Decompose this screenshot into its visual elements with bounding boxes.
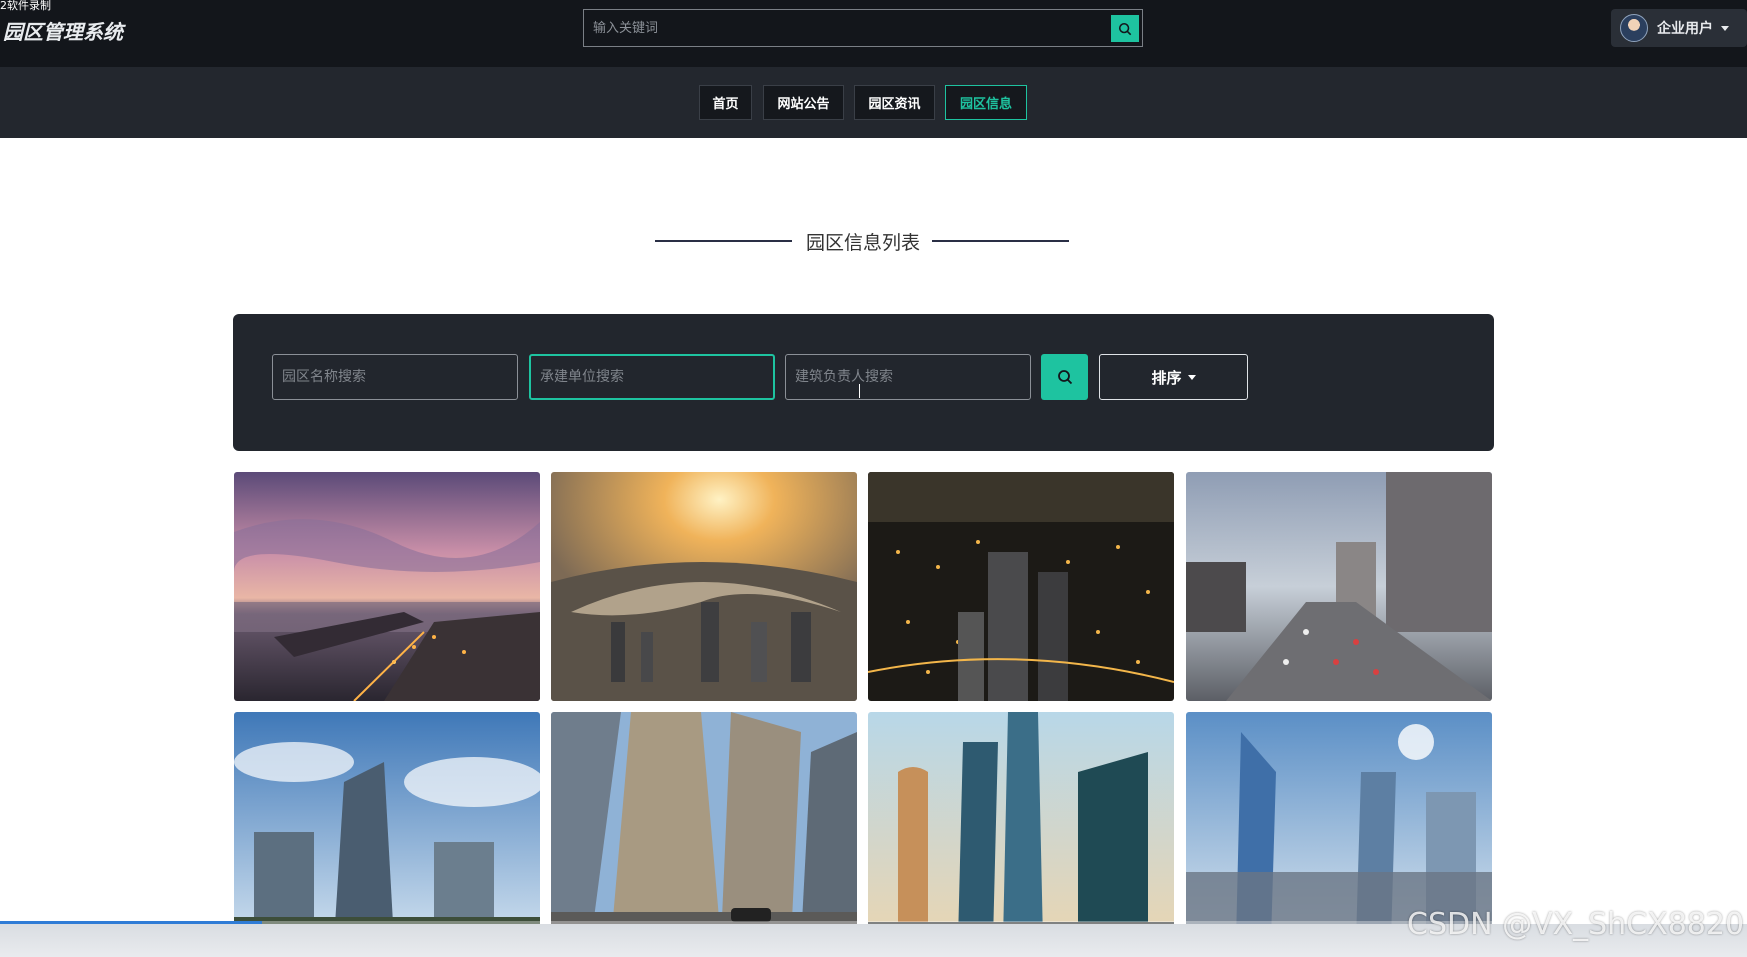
- text-cursor: [859, 384, 860, 398]
- top-header: 园区管理系统 企业用户: [0, 0, 1747, 67]
- section-heading: 园区信息列表: [655, 228, 1071, 254]
- main-nav: 首页 网站公告 园区资讯 园区信息: [0, 67, 1747, 138]
- park-image-glass-tower: [234, 712, 540, 941]
- nav-home[interactable]: 首页: [699, 85, 752, 120]
- park-card[interactable]: [234, 472, 540, 701]
- park-name-search-input[interactable]: [272, 354, 518, 400]
- header-search-button[interactable]: [1111, 15, 1139, 42]
- sort-dropdown-button[interactable]: 排序: [1099, 354, 1248, 400]
- park-image-office-towers: [551, 712, 857, 941]
- recorder-label: 2软件录制: [0, 0, 51, 12]
- chevron-down-icon: [1721, 25, 1729, 31]
- park-card[interactable]: [1186, 472, 1492, 701]
- search-icon: [1118, 22, 1132, 35]
- search-icon: [1057, 370, 1072, 385]
- nav-announcements[interactable]: 网站公告: [763, 85, 844, 120]
- park-card[interactable]: [551, 472, 857, 701]
- park-image-street-traffic: [1186, 472, 1492, 701]
- title-divider-right: [932, 240, 1069, 242]
- park-card[interactable]: [551, 712, 857, 941]
- title-divider-left: [655, 240, 792, 242]
- avatar: [1620, 14, 1648, 42]
- site-logo[interactable]: 园区管理系统: [3, 16, 123, 45]
- park-image-night-city: [868, 472, 1174, 701]
- sort-label: 排序: [1151, 369, 1182, 387]
- owner-search-input[interactable]: [785, 354, 1031, 400]
- user-menu[interactable]: 企业用户: [1611, 9, 1747, 47]
- park-image-aerial-river: [551, 472, 857, 701]
- park-card[interactable]: [868, 472, 1174, 701]
- user-name: 企业用户: [1657, 21, 1713, 37]
- filter-panel: 排序: [233, 314, 1494, 451]
- keyword-search-input[interactable]: [584, 10, 1104, 46]
- park-image-skyscrapers: [868, 712, 1174, 941]
- park-card[interactable]: [868, 712, 1174, 941]
- nav-park-news[interactable]: 园区资讯: [854, 85, 935, 120]
- watermark: CSDN @VX_ShCX8820: [1407, 907, 1745, 942]
- park-image-sunset-harbor: [234, 472, 540, 701]
- park-card[interactable]: [234, 712, 540, 941]
- filter-search-button[interactable]: [1041, 354, 1088, 400]
- chevron-down-icon: [1187, 374, 1196, 380]
- page-title: 园区信息列表: [805, 232, 920, 254]
- builder-search-input[interactable]: [529, 354, 775, 400]
- nav-park-info[interactable]: 园区信息: [945, 85, 1027, 120]
- header-search: [583, 9, 1143, 47]
